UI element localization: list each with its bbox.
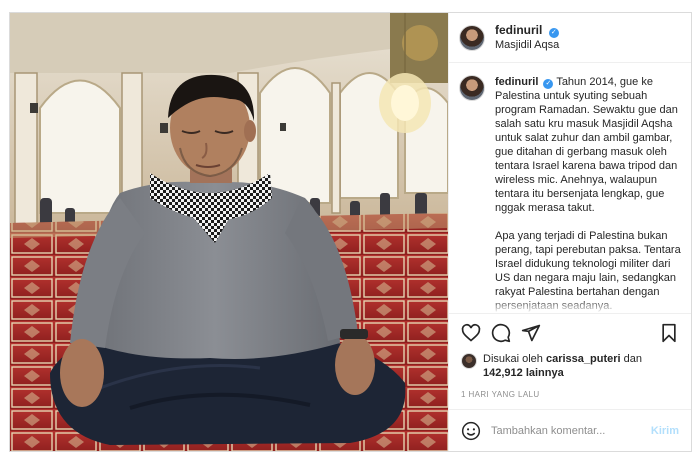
- likes-suffix[interactable]: lainnya: [526, 367, 564, 379]
- avatar[interactable]: [459, 24, 485, 51]
- verified-badge-icon: ✓: [548, 28, 559, 38]
- action-bar: [461, 322, 679, 344]
- caption-avatar[interactable]: [459, 75, 485, 101]
- likes-joiner: dan: [623, 353, 643, 365]
- verified-badge-icon: ✓: [543, 79, 554, 89]
- location-link[interactable]: Masjidil Aqsa: [495, 38, 559, 52]
- caption-text: Tahun 2014, gue ke Palestina untuk syuti…: [495, 76, 681, 312]
- photo-man-meditating-in-mosque: [10, 13, 448, 451]
- comment-bar: Kirim: [449, 409, 691, 451]
- header-names: fedinuril ✓ Masjidil Aqsa: [495, 23, 559, 52]
- post-actions: Disukai oleh carissa_puteri dan 142,912 …: [449, 313, 691, 399]
- comment-input[interactable]: [491, 424, 651, 437]
- liker-avatar[interactable]: [461, 353, 477, 369]
- caption-scroll-area[interactable]: fedinuril ✓ Tahun 2014, gue ke Palestina…: [449, 63, 691, 313]
- likes-prefix: Disukai oleh: [483, 353, 543, 365]
- liked-by-username[interactable]: carissa_puteri: [546, 353, 621, 365]
- post-photo[interactable]: [10, 13, 448, 451]
- caption-username[interactable]: fedinuril: [495, 76, 538, 88]
- bookmark-icon[interactable]: [659, 323, 679, 343]
- likes-text: Disukai oleh carissa_puteri dan 142,912 …: [483, 352, 642, 380]
- emoji-icon[interactable]: [461, 421, 481, 441]
- instagram-post-modal: fedinuril ✓ Masjidil Aqsa fedinuril ✓ Ta…: [9, 12, 692, 452]
- post-side-panel: fedinuril ✓ Masjidil Aqsa fedinuril ✓ Ta…: [448, 13, 691, 451]
- header-username[interactable]: fedinuril: [495, 23, 542, 37]
- heart-icon[interactable]: [461, 323, 481, 343]
- post-header: fedinuril ✓ Masjidil Aqsa: [449, 13, 691, 63]
- caption-fade: [449, 299, 691, 313]
- post-timestamp[interactable]: 1 HARI YANG LALU: [461, 390, 679, 399]
- comment-icon[interactable]: [491, 323, 511, 343]
- likes-summary: Disukai oleh carissa_puteri dan 142,912 …: [461, 352, 679, 380]
- caption: fedinuril ✓ Tahun 2014, gue ke Palestina…: [495, 75, 681, 313]
- post-comment-button[interactable]: Kirim: [651, 425, 679, 437]
- likes-count[interactable]: 142,912: [483, 367, 523, 379]
- share-icon[interactable]: [521, 323, 541, 343]
